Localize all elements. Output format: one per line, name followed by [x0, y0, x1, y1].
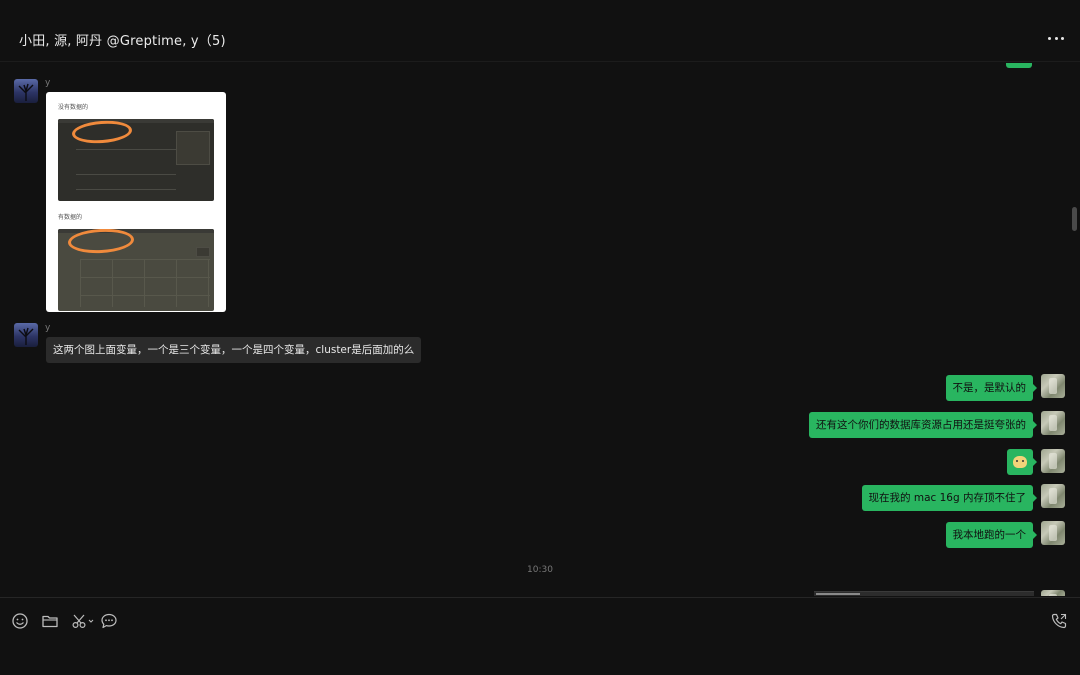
image-caption: 有数据的 — [58, 214, 83, 221]
avatar[interactable] — [1041, 484, 1065, 508]
input-toolbar — [0, 597, 1080, 675]
message-bubble[interactable]: 不是，是默认的 — [945, 375, 1037, 401]
sender-name: y — [45, 78, 51, 88]
more-dots-icon[interactable] — [1044, 28, 1068, 48]
avatar[interactable] — [14, 79, 38, 103]
scissors-icon[interactable] — [71, 612, 95, 630]
sender-name: y — [45, 323, 51, 333]
folder-icon[interactable] — [41, 612, 59, 630]
message-timestamp: 10:30 — [527, 565, 553, 575]
avatar[interactable] — [14, 323, 38, 347]
message-list[interactable]: y 没有数据的 有数据的 y 这两个图上面变量，一个是三个变量，一个是四个变量，… — [0, 63, 1080, 596]
image-caption: 没有数据的 — [58, 104, 89, 111]
emoji-icon[interactable] — [11, 612, 29, 630]
partial-bubble — [1006, 63, 1032, 68]
avatar[interactable] — [1041, 590, 1065, 596]
chat-title: 小田, 源, 阿丹 @Greptime, y（5) — [19, 34, 226, 49]
avatar[interactable] — [1041, 411, 1065, 435]
annotation-circle — [67, 229, 135, 255]
screenshot-thumbnail — [58, 119, 214, 201]
message-bubble[interactable]: 还有这个你们的数据库资源占用还是挺夸张的 — [809, 412, 1037, 438]
partial-image-message[interactable] — [814, 591, 1034, 596]
voice-call-icon[interactable] — [1050, 612, 1068, 630]
image-message[interactable]: 没有数据的 有数据的 — [46, 92, 226, 312]
screenshot-thumbnail — [58, 229, 214, 311]
message-bubble[interactable]: 现在我的 mac 16g 内存顶不住了 — [861, 485, 1038, 511]
chat-header: 小田, 源, 阿丹 @Greptime, y（5) — [0, 0, 1080, 62]
message-bubble[interactable]: 我本地跑的一个 — [945, 522, 1037, 548]
avatar[interactable] — [1041, 449, 1065, 473]
avatar[interactable] — [1041, 521, 1065, 545]
doge-face-sticker[interactable] — [1007, 449, 1037, 475]
chat-history-icon[interactable] — [100, 612, 118, 630]
scrollbar[interactable] — [1072, 207, 1077, 231]
message-bubble[interactable]: 这两个图上面变量，一个是三个变量，一个是四个变量，cluster是后面加的么 — [46, 337, 422, 363]
avatar[interactable] — [1041, 374, 1065, 398]
